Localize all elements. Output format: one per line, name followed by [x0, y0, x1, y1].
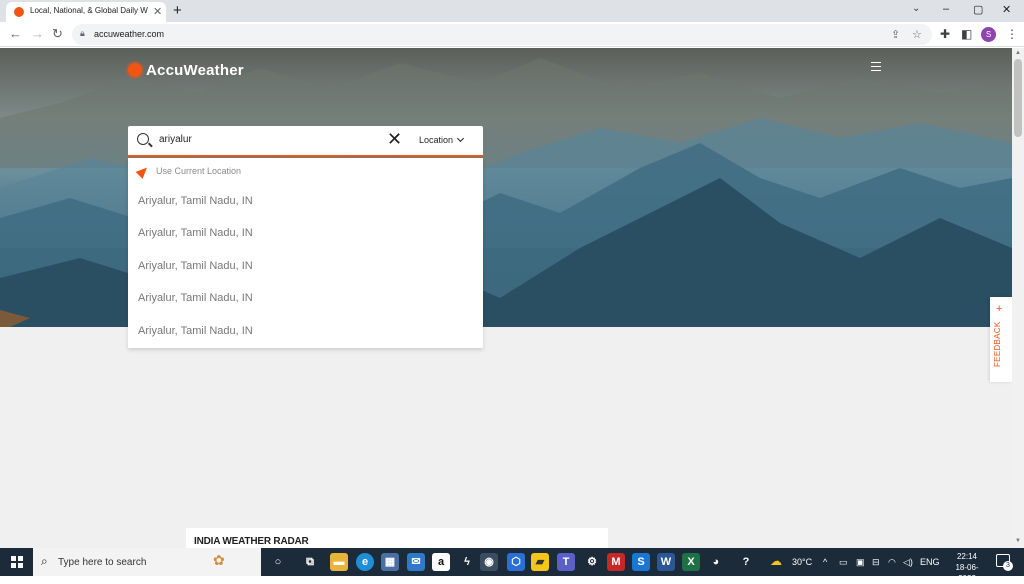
- clock-date: 18-06-2022: [955, 563, 979, 583]
- battery-icon[interactable]: ▭: [839, 557, 848, 568]
- tab-search-icon[interactable]: ⌄: [912, 3, 920, 14]
- suggestion-item[interactable]: Ariyalur, Tamil Nadu, IN: [138, 227, 253, 239]
- clear-search-icon[interactable]: ✕: [387, 129, 402, 150]
- volume-icon[interactable]: ◁): [903, 557, 913, 568]
- suggestion-item[interactable]: Ariyalur, Tamil Nadu, IN: [138, 325, 253, 337]
- taskbar-search-placeholder: Type here to search: [58, 557, 147, 568]
- task-view-icon[interactable]: ⧉: [301, 553, 319, 571]
- tab-title: Local, National, & Global Daily W: [30, 6, 148, 15]
- hamburger-menu-icon[interactable]: [871, 62, 881, 74]
- search-icon: ⌕: [41, 554, 48, 568]
- location-arrow-icon: [135, 163, 151, 179]
- url-text[interactable]: accuweather.com: [94, 29, 164, 39]
- sticky-notes-icon[interactable]: ▰: [531, 553, 549, 571]
- teams-icon[interactable]: T: [557, 553, 575, 571]
- page-viewport: AccuWeather ✕ Location Use Current Locat…: [0, 48, 1012, 548]
- use-current-location-option[interactable]: Use Current Location: [135, 163, 242, 179]
- display-icon[interactable]: ⊟: [872, 557, 880, 568]
- word-icon[interactable]: W: [657, 553, 675, 571]
- accuweather-logo[interactable]: AccuWeather: [128, 60, 244, 80]
- chrome-icon[interactable]: ◉: [480, 553, 498, 571]
- minimize-icon[interactable]: –: [943, 3, 949, 15]
- cortana-icon[interactable]: ○: [269, 553, 287, 571]
- plus-icon: +: [996, 303, 1003, 315]
- radar-title: INDIA WEATHER RADAR: [194, 536, 309, 547]
- show-hidden-icons-icon[interactable]: ^: [823, 557, 827, 567]
- share-icon[interactable]: ⇪: [891, 28, 900, 41]
- excel-icon[interactable]: X: [682, 553, 700, 571]
- accuweather-favicon-icon: [14, 7, 24, 17]
- side-panel-icon[interactable]: ◧: [961, 27, 972, 41]
- edge-icon[interactable]: e: [356, 553, 374, 571]
- browser-toolbar: ← → ↻ 🔒︎ accuweather.com ⇪ ☆: [0, 22, 1024, 47]
- reload-icon[interactable]: ↻: [52, 26, 63, 42]
- notification-count: 3: [1003, 561, 1013, 571]
- suggestion-item[interactable]: Ariyalur, Tamil Nadu, IN: [138, 292, 253, 304]
- lightning-app-icon[interactable]: ϟ: [458, 553, 476, 571]
- windows-start-icon[interactable]: [11, 556, 23, 568]
- maximize-icon[interactable]: ▢: [973, 3, 983, 16]
- weather-cloud-icon[interactable]: ☁: [770, 554, 782, 568]
- search-type-label: Location: [419, 135, 454, 145]
- search-icon[interactable]: [137, 133, 149, 145]
- suggestion-item[interactable]: Ariyalur, Tamil Nadu, IN: [138, 195, 253, 207]
- profile-avatar[interactable]: S: [981, 27, 996, 42]
- search-type-dropdown[interactable]: Location: [419, 134, 465, 145]
- meet-icon[interactable]: ▣: [856, 557, 865, 568]
- search-input[interactable]: [159, 134, 359, 145]
- paint-icon[interactable]: ◕: [707, 553, 725, 571]
- mcafee-icon[interactable]: M: [607, 553, 625, 571]
- language-indicator[interactable]: ENG: [920, 557, 940, 567]
- file-explorer-icon[interactable]: ▬: [330, 553, 348, 571]
- mail-icon[interactable]: ✉: [407, 553, 425, 571]
- lock-icon[interactable]: 🔒︎: [80, 28, 85, 39]
- use-current-location-label: Use Current Location: [156, 166, 242, 176]
- taskbar-clock[interactable]: 22:14 18-06-2022: [948, 551, 986, 584]
- windows-taskbar: ⌕ Type here to search ✿ ○ ⧉ ▬ e ▦ ✉ a ϟ …: [0, 548, 1024, 583]
- help-icon[interactable]: ?: [737, 553, 755, 571]
- new-tab-icon[interactable]: +: [173, 2, 182, 19]
- store-icon[interactable]: ▦: [381, 553, 399, 571]
- bookmark-star-icon[interactable]: ☆: [912, 28, 922, 41]
- taskbar-temperature[interactable]: 30°C: [792, 557, 812, 567]
- suggestion-item[interactable]: Ariyalur, Tamil Nadu, IN: [138, 260, 253, 272]
- search-highlight-icon: ✿: [213, 552, 225, 568]
- skype-icon[interactable]: S: [632, 553, 650, 571]
- dropbox-icon[interactable]: ⬡: [507, 553, 525, 571]
- page-scrollbar[interactable]: ▲ ▼: [1012, 48, 1024, 548]
- tab-strip: Local, National, & Global Daily W ✕ + ⌄ …: [0, 0, 1024, 22]
- address-bar[interactable]: 🔒︎ accuweather.com ⇪ ☆: [72, 24, 932, 45]
- sun-logo-icon: [128, 63, 142, 77]
- chevron-down-icon: [456, 134, 465, 143]
- location-search-box: ✕ Location: [128, 126, 483, 157]
- feedback-label: FEEDBACK: [993, 321, 1002, 367]
- radar-card[interactable]: INDIA WEATHER RADAR: [186, 528, 608, 548]
- search-suggestions-dropdown: Use Current Location Ariyalur, Tamil Nad…: [128, 158, 483, 348]
- scroll-thumb[interactable]: [1014, 59, 1022, 137]
- scroll-down-icon[interactable]: ▼: [1015, 538, 1021, 544]
- tab-close-icon[interactable]: ✕: [153, 5, 162, 18]
- extensions-icon[interactable]: ✚: [940, 27, 950, 41]
- wifi-icon[interactable]: ◠: [888, 557, 896, 568]
- clock-time: 22:14: [956, 552, 978, 561]
- browser-tab[interactable]: Local, National, & Global Daily W ✕: [6, 2, 166, 22]
- amazon-icon[interactable]: a: [432, 553, 450, 571]
- taskbar-search-box[interactable]: ⌕ Type here to search ✿: [33, 548, 261, 576]
- forward-icon[interactable]: →: [31, 26, 44, 41]
- scroll-up-icon[interactable]: ▲: [1015, 50, 1021, 56]
- settings-gear-icon[interactable]: ⚙: [583, 553, 601, 571]
- window-close-icon[interactable]: ✕: [1002, 3, 1011, 16]
- back-icon[interactable]: ←: [9, 26, 22, 41]
- brand-name: AccuWeather: [146, 61, 244, 79]
- feedback-tab[interactable]: + FEEDBACK: [990, 297, 1012, 382]
- chrome-menu-icon[interactable]: ⋮: [1006, 27, 1018, 41]
